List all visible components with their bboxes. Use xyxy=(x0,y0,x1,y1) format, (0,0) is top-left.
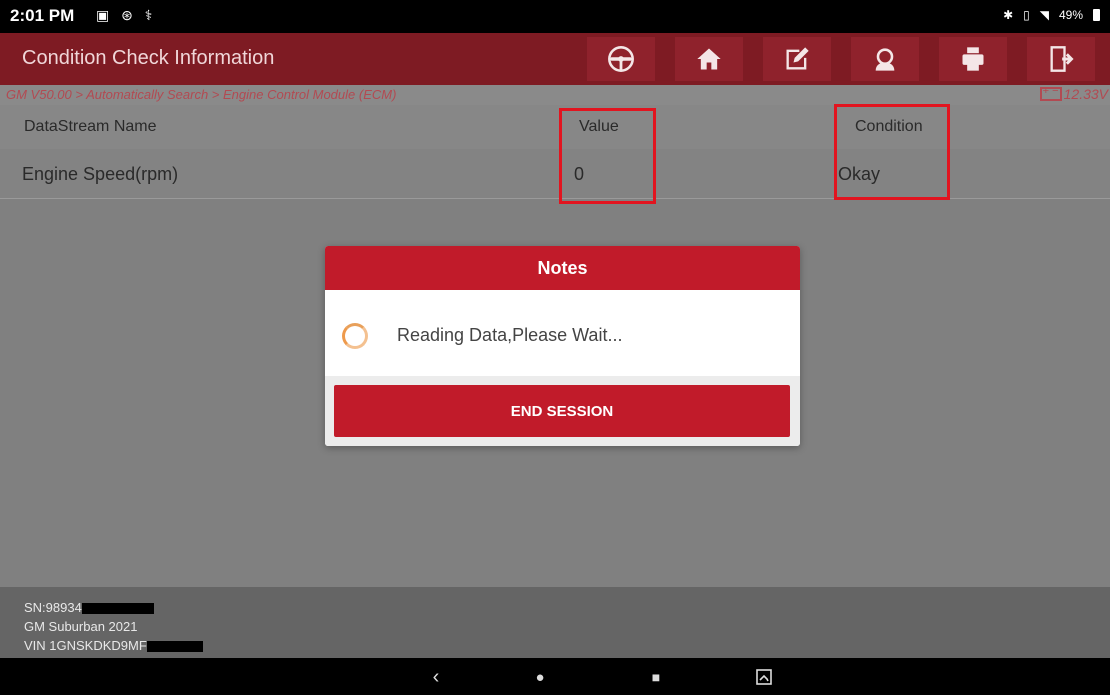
dialog-body: Reading Data,Please Wait... xyxy=(325,290,800,376)
vin-line: VIN 1GNSKDKD9MF xyxy=(24,638,203,653)
home-icon xyxy=(697,48,721,70)
voltage-value: 12.33V xyxy=(1063,86,1108,102)
status-bar: 2:01 PM ▣ ⊛ ⚕ ✱ ▯ ◥ 49% xyxy=(0,0,1110,33)
support-icon xyxy=(875,48,895,71)
home-nav-button[interactable]: ● xyxy=(528,665,552,689)
dialog-footer: END SESSION xyxy=(325,376,800,446)
col-header-name: DataStream Name xyxy=(24,118,157,135)
breadcrumb-path: GM V50.00 > Automatically Search > Engin… xyxy=(6,87,397,102)
print-button[interactable] xyxy=(939,37,1007,81)
vin-number: VIN 1GNSKDKD9MF xyxy=(24,638,147,653)
status-time: 2:01 PM xyxy=(10,6,75,25)
loading-spinner-icon xyxy=(342,323,368,349)
serial-number-line: SN:98934 xyxy=(24,600,154,615)
back-button[interactable]: ‹ xyxy=(424,665,448,689)
condition-highlight-box xyxy=(834,104,950,200)
edit-icon xyxy=(786,47,809,70)
dialog-title: Notes xyxy=(325,246,800,290)
wifi-icon: ◥ xyxy=(1039,8,1049,22)
support-button[interactable] xyxy=(851,37,919,81)
exit-button[interactable] xyxy=(1027,37,1095,81)
status-right: ✱ ▯ ◥ 49% xyxy=(1003,8,1100,22)
value-highlight-box xyxy=(559,108,656,204)
dialog-message: Reading Data,Please Wait... xyxy=(397,325,623,345)
title-bar: Condition Check Information xyxy=(0,33,1110,85)
recents-button[interactable]: ■ xyxy=(644,665,668,689)
battery-voltage: 12.33V xyxy=(1039,85,1108,102)
vibrate-icon: ▯ xyxy=(1023,8,1030,22)
breadcrumb: GM V50.00 > Automatically Search > Engin… xyxy=(0,85,1110,105)
redaction-bar xyxy=(146,641,203,653)
exit-icon xyxy=(1050,46,1074,72)
home-button[interactable] xyxy=(675,37,743,81)
steering-wheel-button[interactable] xyxy=(587,37,655,81)
battery-percent: 49% xyxy=(1058,8,1083,22)
notes-dialog: Notes Reading Data,Please Wait... END SE… xyxy=(325,246,800,446)
car-battery-icon xyxy=(1039,85,1062,101)
page-title: Condition Check Information xyxy=(22,47,275,69)
serial-number: SN:98934 xyxy=(24,600,82,615)
battery-icon xyxy=(1093,9,1100,21)
vehicle-model: GM Suburban 2021 xyxy=(24,619,138,634)
screenshot-icon xyxy=(756,669,772,685)
vehicle-info-footer: SN:98934 GM Suburban 2021 VIN 1GNSKDKD9M… xyxy=(0,587,1110,658)
steering-wheel-icon xyxy=(608,46,634,72)
row-name: Engine Speed(rpm) xyxy=(22,164,179,184)
notification-icons: ▣ ⊛ ⚕ xyxy=(96,7,157,23)
nav-bar: ‹ ● ■ xyxy=(0,658,1110,695)
edit-button[interactable] xyxy=(763,37,831,81)
screenshot-button[interactable] xyxy=(752,665,776,689)
redaction-bar xyxy=(81,603,154,615)
bluetooth-icon: ✱ xyxy=(1003,8,1014,22)
end-session-button[interactable]: END SESSION xyxy=(334,385,790,437)
print-icon xyxy=(962,47,984,71)
